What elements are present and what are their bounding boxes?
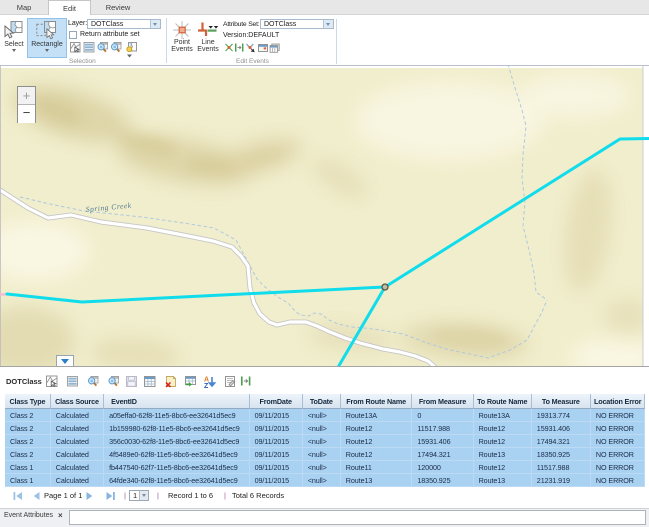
- svg-text:Z: Z: [204, 383, 209, 390]
